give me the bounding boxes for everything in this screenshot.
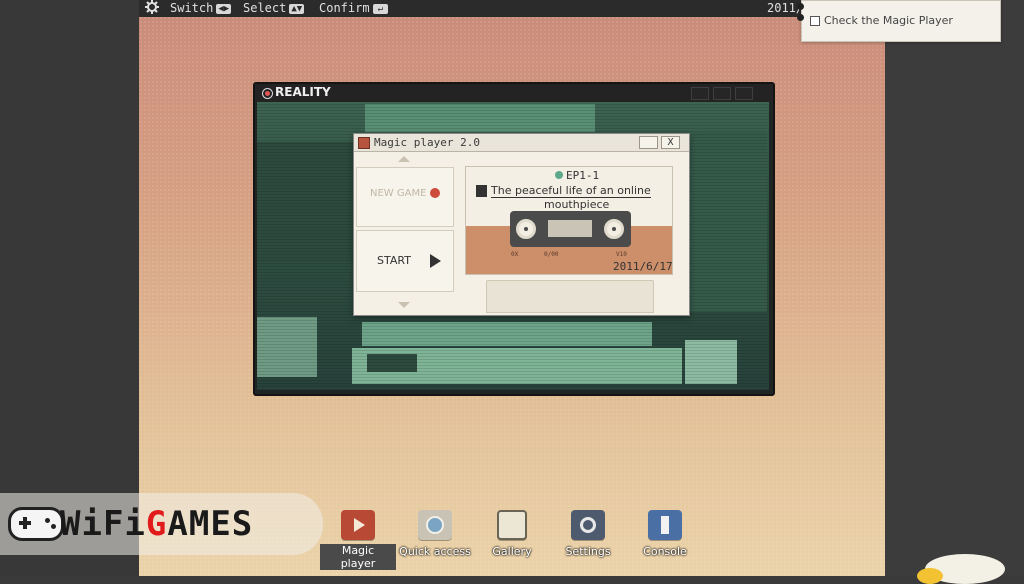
tape-date: 2011/6/17 <box>613 260 673 273</box>
status-dot-icon <box>555 171 563 179</box>
window-blinds <box>687 132 767 312</box>
select-keys-icon: ▲▼ <box>289 4 305 14</box>
magic-player-dialog: Magic player 2.0 X NEW GAME START EP1-1 … <box>353 133 690 316</box>
cassette-tape[interactable]: EP1-1 The peaceful life of an online mou… <box>465 166 673 275</box>
reality-titlebar[interactable]: REALITY <box>255 84 773 102</box>
new-game-label: NEW GAME <box>370 188 427 199</box>
folder-disc-icon <box>418 510 452 540</box>
settings-gear-icon[interactable] <box>145 0 159 17</box>
new-game-dot-icon <box>430 188 440 198</box>
tape-mark: 0/00 <box>544 251 559 258</box>
tape-window <box>548 220 592 237</box>
episode-label: EP1-1 <box>566 169 600 182</box>
scroll-up-icon[interactable] <box>398 156 410 162</box>
tape-slot <box>486 280 654 313</box>
switch-keys-icon: ◀▶ <box>216 4 232 14</box>
play-arrow-icon <box>430 254 441 268</box>
app-icon <box>358 137 370 149</box>
dock-item-gallery[interactable]: Gallery <box>484 510 540 559</box>
task-checkbox[interactable] <box>810 16 820 26</box>
dock-label: Console <box>643 545 687 558</box>
dock-label: Settings <box>565 545 611 558</box>
magic-player-titlebar[interactable]: Magic player 2.0 X <box>354 134 689 152</box>
window-control-button[interactable] <box>735 87 753 100</box>
dock-label: Gallery <box>492 545 532 558</box>
mousepad <box>367 354 417 372</box>
reality-title: REALITY <box>275 85 331 99</box>
tape-title-line1: The peaceful life of an online <box>491 184 651 198</box>
play-video-icon <box>341 510 375 540</box>
new-game-button[interactable]: NEW GAME <box>356 167 454 227</box>
window-control-button[interactable] <box>691 87 709 100</box>
egg-mascot <box>917 554 1005 584</box>
switch-label: Switch <box>170 1 214 15</box>
dock-item-console[interactable]: Console <box>636 510 694 559</box>
tape-reel-window <box>510 211 631 247</box>
confirm-hint: Confirm ↵ <box>319 0 388 17</box>
watermark-text: WiFiGAMES <box>60 507 253 541</box>
confirm-key-icon: ↵ <box>372 4 388 14</box>
keyboard <box>352 348 682 384</box>
select-label: Select <box>243 1 287 15</box>
scroll-down-icon[interactable] <box>398 302 410 308</box>
left-letterbox <box>0 0 139 576</box>
task-text: Check the Magic Player <box>824 14 953 27</box>
gamepad-icon <box>8 507 64 541</box>
wall-shelf <box>257 142 357 262</box>
confirm-label: Confirm <box>319 1 370 15</box>
start-label: START <box>377 254 411 267</box>
close-button[interactable]: X <box>661 136 680 149</box>
dock-label: Magic player <box>320 544 396 570</box>
dock-item-settings[interactable]: Settings <box>559 510 617 559</box>
tape-mark: V10 <box>616 251 627 258</box>
monitor-base <box>362 322 652 346</box>
dock-label: Quick access <box>399 545 471 558</box>
control-hint-bar: Switch ◀▶ Select ▲▼ Confirm ↵ 2011/ <box>139 0 885 17</box>
watermark-g: G <box>145 504 168 544</box>
watermark-wifi: WiFi <box>60 504 146 544</box>
record-icon <box>262 88 273 99</box>
switch-hint: Switch ◀▶ <box>170 0 232 17</box>
book-icon <box>497 510 527 540</box>
monitor-top <box>365 104 595 132</box>
right-letterbox <box>885 0 1024 576</box>
dock-item-quick-access[interactable]: Quick access <box>396 510 474 559</box>
select-hint: Select ▲▼ <box>243 0 305 17</box>
game-menu: NEW GAME START <box>356 154 454 314</box>
minimize-button[interactable] <box>639 136 658 149</box>
magic-player-title: Magic player 2.0 <box>374 136 480 149</box>
left-reel-icon <box>516 219 536 239</box>
cups <box>257 317 317 377</box>
lock-icon <box>476 185 487 197</box>
right-reel-icon <box>604 219 624 239</box>
disk-drive <box>685 340 737 384</box>
watermark-ames: AMES <box>167 504 254 544</box>
gear-wrench-icon <box>571 510 605 540</box>
pin-icon <box>797 3 804 10</box>
wifigames-watermark: WiFiGAMES <box>0 493 323 555</box>
tape-mark: 0X <box>511 251 519 258</box>
task-note[interactable]: Check the Magic Player <box>797 0 1001 42</box>
pin-icon <box>797 14 804 21</box>
window-control-button[interactable] <box>713 87 731 100</box>
tape-title-line2: mouthpiece <box>544 198 610 211</box>
dock-item-magic-player[interactable]: Magic player <box>320 510 396 571</box>
exit-person-icon <box>648 510 682 540</box>
start-button[interactable]: START <box>356 230 454 292</box>
